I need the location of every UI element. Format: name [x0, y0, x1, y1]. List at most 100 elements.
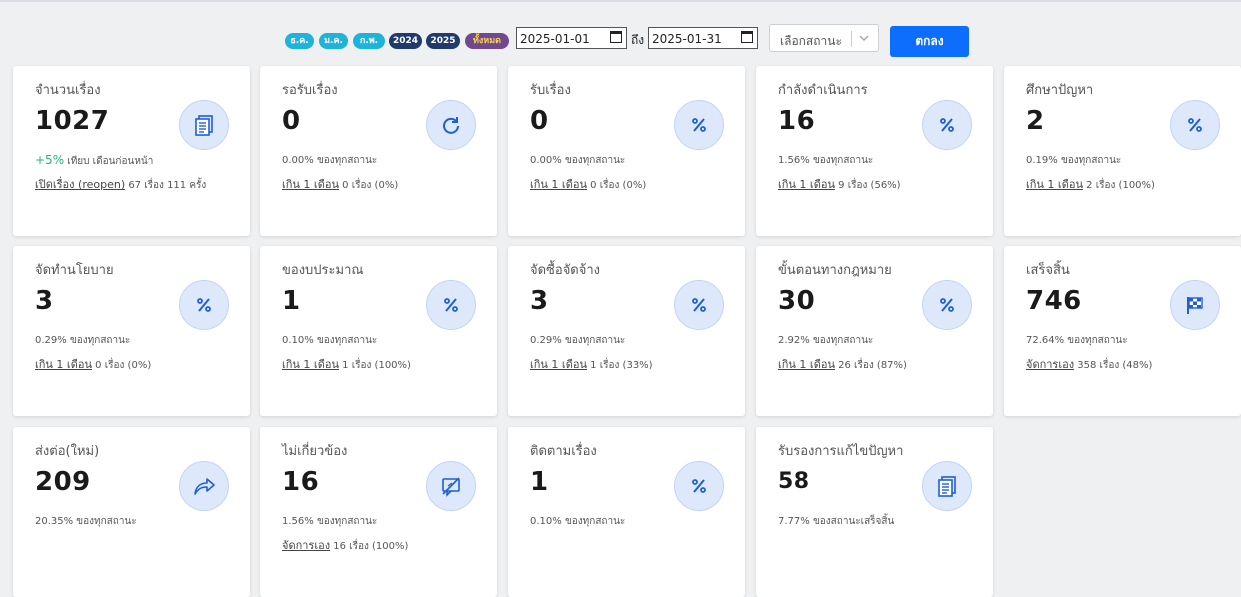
card-extra: เกิน 1 เดือน 2 เรื่อง (100%) — [1026, 175, 1155, 193]
card-percent-text: 0.29% ของทุกสถานะ — [530, 335, 626, 346]
refresh-icon — [443, 117, 459, 134]
month-pill-dec[interactable]: ธ.ค. — [285, 33, 314, 49]
card-extra-text: 358 เรื่อง (48%) — [1077, 360, 1153, 371]
all-pill[interactable]: ทั้งหมด — [465, 33, 509, 49]
status-card[interactable]: ส่งต่อ(ใหม่) 209 20.35% ของทุกสถานะ — [13, 427, 250, 597]
ok-button[interactable]: ตกลง — [890, 26, 969, 57]
card-value: 209 — [35, 467, 91, 497]
card-delta: +5% — [35, 153, 65, 167]
percent-icon — [940, 118, 954, 132]
card-percent-text: 20.35% ของทุกสถานะ — [35, 516, 137, 527]
card-value: 1 — [530, 467, 549, 497]
card-title: ติดตามเรื่อง — [530, 444, 597, 459]
status-card[interactable]: รับรองการแก้ไขปัญหา 58 7.77% ของสถานะเสร็จ… — [756, 427, 993, 597]
end-date-value: 2025-01-31 — [652, 32, 722, 46]
card-extra-text: 9 เรื่อง (56%) — [838, 180, 901, 191]
card-icon-badge — [426, 461, 476, 511]
card-value: 30 — [778, 286, 816, 316]
card-percent-text: 0.00% ของทุกสถานะ — [282, 155, 378, 166]
card-extra: เปิดเรื่อง (reopen) 67 เรื่อง 111 ครั้ง — [35, 175, 206, 193]
card-title: จัดทำนโยบาย — [35, 263, 114, 278]
card-value: 16 — [778, 106, 816, 136]
month-pill-feb[interactable]: ก.พ. — [353, 33, 385, 49]
status-card[interactable]: จัดทำนโยบาย 3 0.29% ของทุกสถานะ เกิน 1 เดือ… — [13, 246, 250, 416]
card-link[interactable]: เกิน 1 เดือน — [530, 178, 587, 191]
start-date-input[interactable]: 2025-01-01 — [516, 27, 627, 49]
status-card[interactable]: ขั้นตอนทางกฎหมาย 30 2.92% ของทุกสถานะ เกิน … — [756, 246, 993, 416]
card-title: ไม่เกี่ยวข้อง — [282, 444, 348, 459]
card-extra-text: 26 เรื่อง (87%) — [838, 360, 907, 371]
percent-icon — [692, 298, 706, 312]
card-extra: จัดการเอง 358 เรื่อง (48%) — [1026, 355, 1152, 373]
percent-icon — [444, 298, 458, 312]
card-title: ของบประมาณ — [282, 263, 364, 278]
status-card[interactable]: ศึกษาปัญหา 2 0.19% ของทุกสถานะ เกิน 1 เดือน… — [1004, 66, 1241, 236]
card-title: ศึกษาปัญหา — [1026, 83, 1094, 98]
card-percent-text: 0.19% ของทุกสถานะ — [1026, 155, 1122, 166]
card-extra: เกิน 1 เดือน 1 เรื่อง (33%) — [530, 355, 653, 373]
month-pill-jan[interactable]: ม.ค. — [319, 33, 348, 49]
percent-icon — [692, 118, 706, 132]
year-pill-2024[interactable]: 2024 — [389, 33, 422, 49]
percent-icon — [197, 298, 211, 312]
card-extra: เกิน 1 เดือน 9 เรื่อง (56%) — [778, 175, 901, 193]
card-title: รับรองการแก้ไขปัญหา — [778, 444, 904, 459]
comment-off-icon — [442, 477, 460, 497]
status-card[interactable]: ของบประมาณ 1 0.10% ของทุกสถานะ เกิน 1 เดือน… — [260, 246, 497, 416]
to-label: ถึง — [631, 33, 645, 47]
card-link[interactable]: เกิน 1 เดือน — [530, 358, 587, 371]
end-date-input[interactable]: 2025-01-31 — [648, 27, 758, 49]
card-value: 3 — [530, 286, 549, 316]
card-extra-text: 0 เรื่อง (0%) — [342, 180, 399, 191]
status-card[interactable]: รับเรื่อง 0 0.00% ของทุกสถานะ เกิน 1 เดือน … — [508, 66, 745, 236]
card-extra: เกิน 1 เดือน 26 เรื่อง (87%) — [778, 355, 907, 373]
card-value: 58 — [778, 469, 810, 494]
calendar-icon[interactable] — [610, 31, 622, 43]
checkered-flag-icon — [1187, 297, 1203, 314]
card-icon-badge — [922, 461, 972, 511]
card-percent-text: 2.92% ของทุกสถานะ — [778, 335, 874, 346]
card-icon-badge — [179, 280, 229, 330]
card-extra-text: 2 เรื่อง (100%) — [1086, 180, 1155, 191]
status-card[interactable]: จัดซื้อจัดจ้าง 3 0.29% ของทุกสถานะเกิน 1 เ… — [508, 246, 745, 416]
card-extra-text: 0 เรื่อง (0%) — [590, 180, 647, 191]
card-percent-text: 1.56% ของทุกสถานะ — [778, 155, 874, 166]
card-link[interactable]: เกิน 1 เดือน — [778, 358, 835, 371]
start-date-value: 2025-01-01 — [520, 32, 590, 46]
card-extra-text: 16 เรื่อง (100%) — [333, 541, 409, 552]
status-card[interactable]: ติดตามเรื่อง 1 0.10% ของทุกสถานะ — [508, 427, 745, 597]
card-title: จัดซื้อจัดจ้าง — [530, 263, 601, 278]
share-arrow-icon — [194, 478, 215, 495]
status-card[interactable]: กำลังดำเนินการ 16 1.56% ของทุกสถานะเกิน 1 … — [756, 66, 993, 236]
top-border — [0, 0, 1241, 2]
card-icon-badge — [922, 100, 972, 150]
year-pill-2025[interactable]: 2025 — [426, 33, 460, 49]
card-title: รอรับเรื่อง — [282, 83, 338, 98]
card-link[interactable]: เกิน 1 เดือน — [282, 178, 339, 191]
card-title: กำลังดำเนินการ — [778, 83, 868, 98]
documents-icon — [195, 115, 213, 136]
status-card[interactable]: จำนวนเรื่อง 1027 +5% เทียบ เดือนก่อนหน้า เป… — [13, 66, 250, 236]
percent-icon — [940, 298, 954, 312]
card-extra: เกิน 1 เดือน 1 เรื่อง (100%) — [282, 355, 411, 373]
card-icon-badge — [674, 461, 724, 511]
card-link[interactable]: เกิน 1 เดือน — [778, 178, 835, 191]
status-select[interactable]: เลือกสถานะ — [769, 24, 879, 52]
card-link[interactable]: จัดการเอง — [282, 539, 330, 552]
status-card[interactable]: ไม่เกี่ยวข้อง 16 1.56% ของทุกสถานะ จัดการเอ… — [260, 427, 497, 597]
card-link[interactable]: เกิน 1 เดือน — [1026, 178, 1083, 191]
card-link[interactable]: เกิน 1 เดือน — [35, 358, 92, 371]
card-title: จำนวนเรื่อง — [35, 83, 101, 98]
card-extra: เกิน 1 เดือน 0 เรื่อง (0%) — [35, 355, 151, 373]
chevron-down-icon[interactable] — [858, 33, 870, 43]
card-link[interactable]: เปิดเรื่อง (reopen) — [35, 178, 125, 191]
card-link[interactable]: เกิน 1 เดือน — [282, 358, 339, 371]
status-card[interactable]: เสร็จสิ้น 746 72.64% ของทุกสถานะ จัดการเอง … — [1004, 246, 1241, 416]
status-card[interactable]: รอรับเรื่อง 0 0.00% ของทุกสถานะเกิน 1 เดือ… — [260, 66, 497, 236]
calendar-icon[interactable] — [741, 31, 753, 43]
card-link[interactable]: จัดการเอง — [1026, 358, 1074, 371]
card-title: ส่งต่อ(ใหม่) — [35, 444, 100, 459]
card-icon-badge — [179, 461, 229, 511]
card-value: 0 — [282, 106, 301, 136]
card-icon-badge — [426, 280, 476, 330]
